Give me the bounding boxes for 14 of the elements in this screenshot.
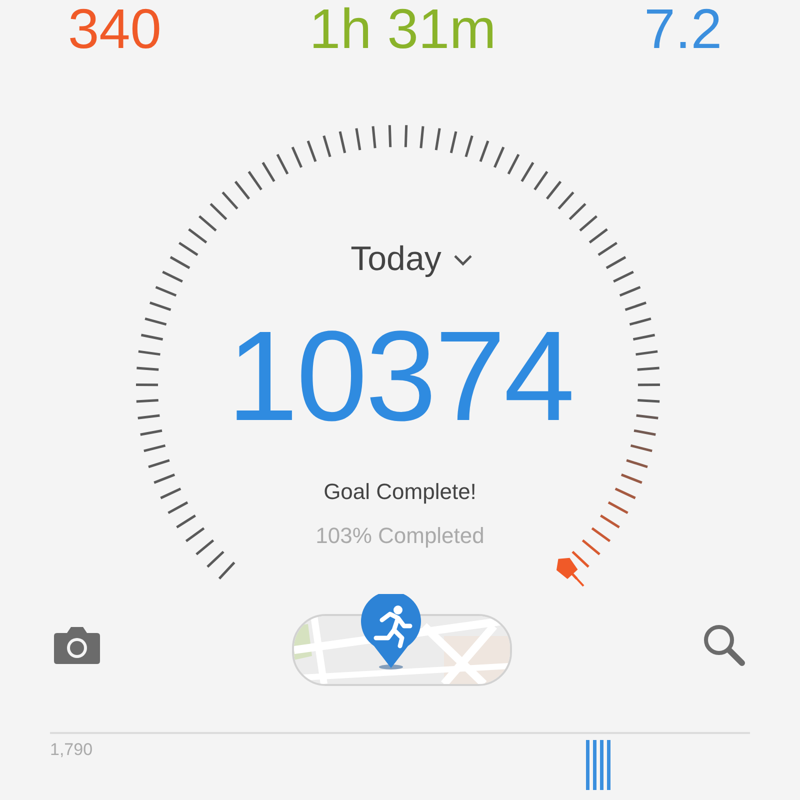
stat-value: 1h 31m [309,0,496,62]
runner-pin-icon [360,594,422,670]
bar-chart-drawing [586,740,612,790]
progress-marker-icon [556,558,584,587]
search-icon[interactable] [702,623,746,667]
stat-value: 7.2 [644,0,722,62]
step-count: 10374 [227,313,573,441]
completion-percent: 103% Completed [316,523,484,549]
chevron-down-icon [453,254,474,266]
stat-value: 340 [68,0,162,62]
camera-icon[interactable] [53,625,101,665]
goal-status: Goal Complete! [324,479,476,505]
period-dropdown[interactable]: Today [350,240,474,279]
chart-label: 1,790 [50,740,93,760]
